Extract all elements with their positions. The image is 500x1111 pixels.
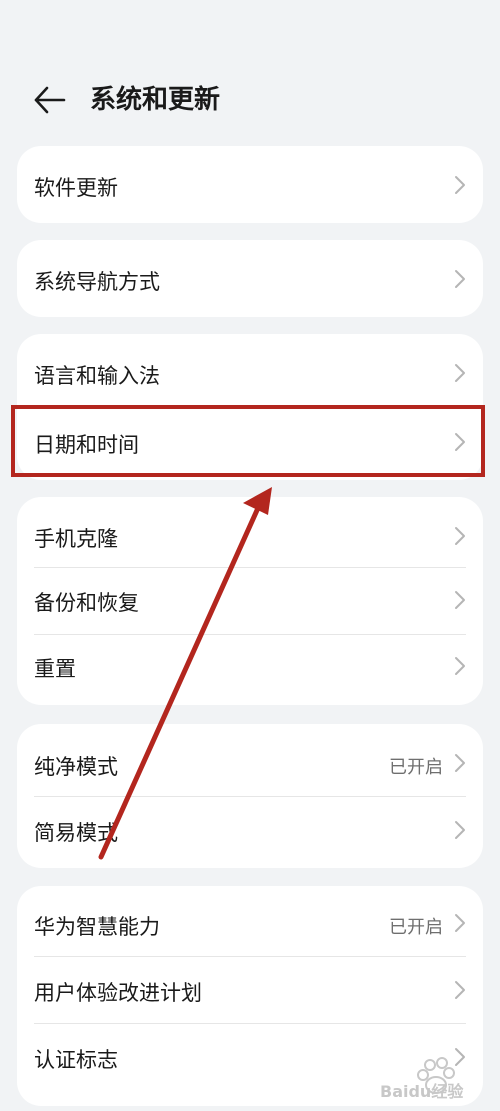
settings-group-smart: 华为智慧能力 已开启 用户体验改进计划 认证标志 [17, 886, 483, 1106]
settings-group-clone-backup: 手机克隆 备份和恢复 重置 [17, 497, 483, 705]
chevron-right-icon [455, 1048, 465, 1066]
back-button[interactable] [30, 80, 70, 120]
chevron-right-icon [455, 364, 465, 382]
settings-item-label: 用户体验改进计划 [34, 981, 202, 1005]
settings-group-navigation: 系统导航方式 [17, 240, 483, 317]
settings-group-software: 软件更新 [17, 146, 483, 223]
settings-item-label: 日期和时间 [34, 433, 139, 457]
settings-group-language-date: 语言和输入法 日期和时间 [17, 334, 483, 480]
settings-item-label: 重置 [34, 657, 76, 681]
settings-item-software-update[interactable]: 软件更新 [17, 146, 483, 223]
settings-item-label: 系统导航方式 [34, 270, 160, 294]
settings-item-reset[interactable]: 重置 [17, 635, 483, 705]
settings-item-simple-mode[interactable]: 简易模式 [17, 797, 483, 868]
settings-item-label: 手机克隆 [34, 527, 118, 551]
settings-item-user-experience[interactable]: 用户体验改进计划 [17, 957, 483, 1023]
chevron-right-icon [455, 591, 465, 609]
settings-item-certification[interactable]: 认证标志 [17, 1024, 483, 1094]
settings-item-system-navigation[interactable]: 系统导航方式 [17, 240, 483, 317]
settings-group-modes: 纯净模式 已开启 简易模式 [17, 724, 483, 868]
header-bar: 系统和更新 [0, 62, 500, 132]
settings-item-label: 软件更新 [34, 176, 118, 200]
chevron-right-icon [455, 914, 465, 932]
settings-item-label: 语言和输入法 [34, 364, 160, 388]
chevron-right-icon [455, 981, 465, 999]
back-arrow-icon [34, 86, 66, 114]
settings-item-value: 已开启 [389, 757, 443, 778]
settings-item-label: 纯净模式 [34, 755, 118, 779]
chevron-right-icon [455, 270, 465, 288]
settings-item-backup-restore[interactable]: 备份和恢复 [17, 568, 483, 634]
settings-item-huawei-smart[interactable]: 华为智慧能力 已开启 [17, 886, 483, 956]
settings-item-label: 认证标志 [34, 1048, 118, 1072]
settings-item-label: 备份和恢复 [34, 591, 139, 615]
chevron-right-icon [455, 527, 465, 545]
settings-item-pure-mode[interactable]: 纯净模式 已开启 [17, 724, 483, 796]
page-title: 系统和更新 [90, 85, 221, 115]
settings-item-label: 华为智慧能力 [34, 915, 160, 939]
settings-item-phone-clone[interactable]: 手机克隆 [17, 497, 483, 567]
settings-item-label: 简易模式 [34, 821, 118, 845]
settings-item-language-input[interactable]: 语言和输入法 [17, 334, 483, 407]
settings-item-date-time[interactable]: 日期和时间 [17, 407, 483, 480]
chevron-right-icon [455, 657, 465, 675]
chevron-right-icon [455, 176, 465, 194]
chevron-right-icon [455, 821, 465, 839]
chevron-right-icon [455, 433, 465, 451]
settings-item-value: 已开启 [389, 917, 443, 938]
chevron-right-icon [455, 754, 465, 772]
